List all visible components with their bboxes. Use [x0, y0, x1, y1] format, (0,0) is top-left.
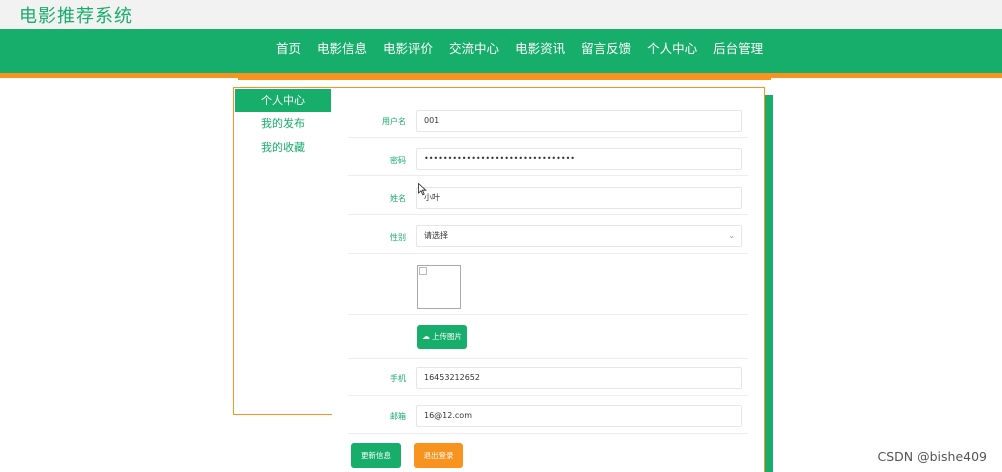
gender-select-value: 请选择	[424, 231, 448, 240]
main-navbar: 首页 电影信息 电影评价 交流中心 电影资讯 留言反馈 个人中心 后台管理	[0, 29, 1002, 73]
avatar-image-placeholder	[417, 265, 461, 309]
upload-button-label: 上传图片	[432, 332, 462, 341]
profile-sidebar: 个人中心 我的发布 我的收藏	[233, 87, 333, 415]
row-divider	[348, 433, 748, 434]
chevron-down-icon: ⌄	[728, 231, 735, 240]
update-info-button[interactable]: 更新信息	[351, 443, 401, 468]
email-input[interactable]: 16@12.com	[416, 405, 742, 427]
nav-item-movie-review[interactable]: 电影评价	[375, 29, 441, 73]
nav-item-profile[interactable]: 个人中心	[639, 29, 705, 73]
username-label: 用户名	[382, 117, 406, 126]
row-divider	[348, 314, 748, 315]
gender-label: 性别	[390, 233, 406, 242]
nav-item-feedback[interactable]: 留言反馈	[573, 29, 639, 73]
logout-button[interactable]: 退出登录	[414, 443, 463, 468]
panel-side-accent	[765, 95, 773, 472]
content-top-divider	[238, 78, 771, 80]
row-divider	[348, 175, 748, 176]
row-divider	[348, 137, 748, 138]
site-title: 电影推荐系统	[19, 6, 133, 27]
password-label: 密码	[390, 156, 406, 165]
mouse-pointer-icon	[418, 181, 427, 196]
nav-item-community[interactable]: 交流中心	[441, 29, 507, 73]
upload-image-button[interactable]: ☁ 上传图片	[417, 325, 467, 349]
phone-input[interactable]: 16453212652	[416, 367, 742, 389]
row-divider	[348, 253, 748, 254]
sidebar-item-my-posts[interactable]: 我的发布	[234, 112, 332, 136]
email-label: 邮箱	[390, 412, 406, 421]
row-divider	[348, 214, 748, 215]
password-input[interactable]: ••••••••••••••••••••••••••••••••	[416, 148, 742, 170]
name-input[interactable]: 小叶	[416, 187, 742, 209]
sidebar-item-profile[interactable]: 个人中心	[235, 89, 331, 112]
row-divider	[348, 358, 748, 359]
broken-image-icon	[419, 267, 427, 275]
nav-items: 首页 电影信息 电影评价 交流中心 电影资讯 留言反馈 个人中心 后台管理	[268, 29, 771, 73]
nav-item-home[interactable]: 首页	[268, 29, 309, 73]
nav-item-admin[interactable]: 后台管理	[705, 29, 771, 73]
nav-item-movie-news[interactable]: 电影资讯	[507, 29, 573, 73]
watermark: CSDN @bishe409	[877, 449, 987, 464]
cloud-upload-icon: ☁	[422, 332, 430, 341]
top-bar: 电影推荐系统	[0, 0, 1002, 29]
name-label: 姓名	[390, 194, 406, 203]
row-divider	[348, 395, 748, 396]
nav-item-movie-info[interactable]: 电影信息	[309, 29, 375, 73]
phone-label: 手机	[390, 374, 406, 383]
username-input[interactable]: 001	[416, 110, 742, 132]
gender-select[interactable]: 请选择 ⌄	[416, 225, 742, 247]
sidebar-item-my-favorites[interactable]: 我的收藏	[234, 136, 332, 160]
